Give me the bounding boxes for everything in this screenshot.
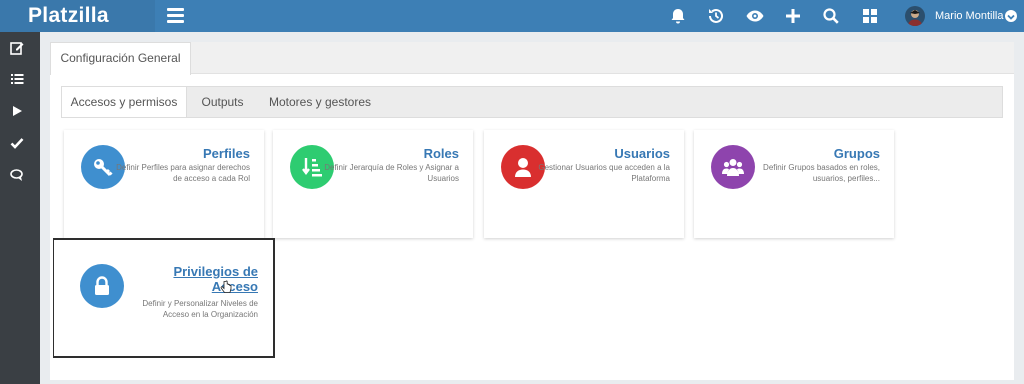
history-icon[interactable] <box>706 6 726 26</box>
sidebar <box>0 32 40 384</box>
card-title[interactable]: Privilegios de Acceso <box>148 264 258 294</box>
panel-header: Configuración General <box>50 42 1014 75</box>
subtab-bar: Accesos y permisos Outputs Motores y ges… <box>61 86 1003 118</box>
hamburger-menu-icon[interactable] <box>167 8 184 23</box>
subtab-accesos-permisos[interactable]: Accesos y permisos <box>62 87 187 117</box>
card-title[interactable]: Grupos <box>834 146 880 161</box>
card-title[interactable]: Usuarios <box>614 146 670 161</box>
card-roles[interactable]: Roles Definir Jerarquía de Roles y Asign… <box>273 130 473 238</box>
hand-cursor-icon <box>220 280 232 294</box>
card-grupos[interactable]: Grupos Definir Grupos basados en roles, … <box>694 130 894 238</box>
user-name[interactable]: Mario Montilla <box>935 0 1003 32</box>
card-privilegios-acceso[interactable]: Privilegios de Acceso Definir y Personal… <box>54 240 272 356</box>
card-description: Definir Perfiles para asignar derechos d… <box>116 163 250 183</box>
play-icon[interactable] <box>9 103 25 119</box>
plus-icon[interactable] <box>783 6 803 26</box>
subtab-motores-gestores[interactable]: Motores y gestores <box>260 87 380 117</box>
card-perfiles[interactable]: Perfiles Definir Perfiles para asignar d… <box>64 130 264 238</box>
grid-icon[interactable] <box>860 6 880 26</box>
main-panel: Configuración General Accesos y permisos… <box>50 42 1014 380</box>
top-navbar: Platzilla Mario Montilla <box>0 0 1024 32</box>
tab-configuracion-general[interactable]: Configuración General <box>50 42 191 75</box>
eye-icon[interactable] <box>745 6 765 26</box>
card-title[interactable]: Roles <box>424 146 459 161</box>
list-icon[interactable] <box>9 71 25 87</box>
search-icon[interactable] <box>821 6 841 26</box>
card-description: Definir y Personalizar Niveles de Acceso… <box>142 299 258 319</box>
chat-icon[interactable] <box>9 167 25 183</box>
card-description: Definir Jerarquía de Roles y Asignar a U… <box>324 163 459 183</box>
card-usuarios[interactable]: Usuarios Gestionar Usuarios que acceden … <box>484 130 684 238</box>
chevron-down-icon[interactable] <box>1005 10 1017 22</box>
card-description: Gestionar Usuarios que acceden a la Plat… <box>538 163 670 183</box>
bell-icon[interactable] <box>668 6 688 26</box>
avatar[interactable] <box>905 6 925 26</box>
edit-icon[interactable] <box>9 40 25 56</box>
card-description: Definir Grupos basados en roles, usuario… <box>763 163 880 183</box>
app-logo[interactable]: Platzilla <box>0 0 155 32</box>
subtab-outputs[interactable]: Outputs <box>189 87 256 117</box>
check-icon[interactable] <box>9 135 25 151</box>
card-title[interactable]: Perfiles <box>203 146 250 161</box>
